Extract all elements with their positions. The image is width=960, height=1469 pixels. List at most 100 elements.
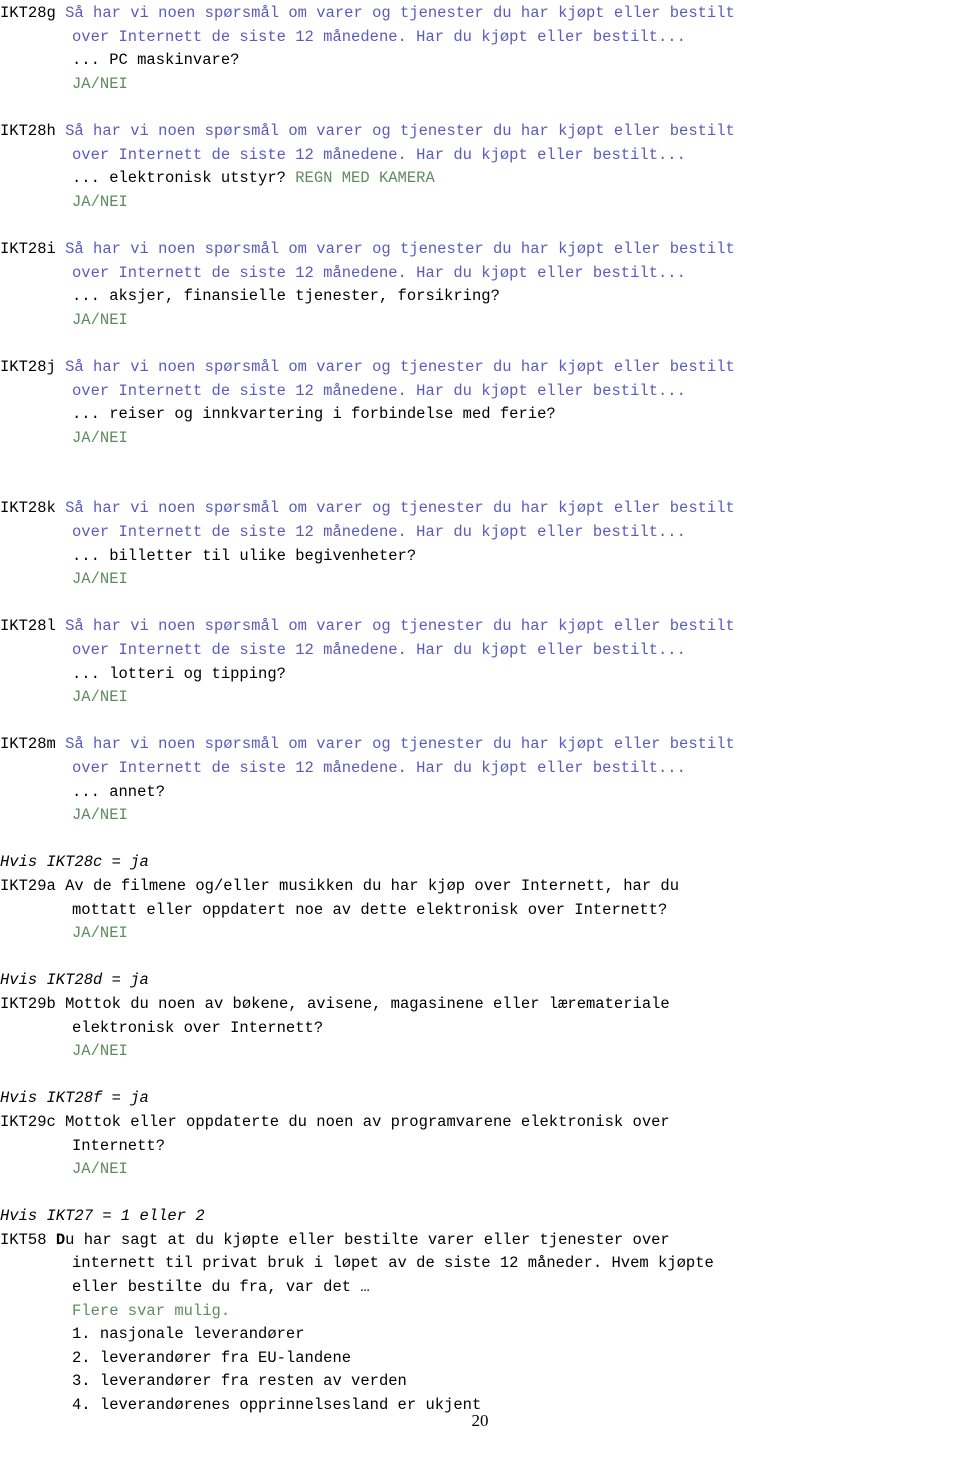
followup-code: IKT29a (0, 876, 66, 895)
question-item-text: ... PC maskinvare? (72, 51, 240, 70)
answer-options: JA/NEI (72, 806, 128, 825)
question-intro-line1: Så har vi noen spørsmål om varer og tjen… (65, 239, 735, 258)
question-intro-text: over Internett de siste 12 månedene. Har… (72, 27, 686, 46)
final-text-line3: eller bestilte du fra, var det … (0, 1276, 960, 1300)
final-text: eller bestilte du fra, var det … (72, 1278, 370, 1297)
question-code: IKT28l (0, 617, 66, 636)
answer-line: JA/NEI (0, 1040, 960, 1064)
followup-text: Internett? (72, 1136, 166, 1155)
followup-text-line1: Mottok eller oppdaterte du noen av progr… (65, 1112, 670, 1131)
followup-text-line2: Internett? (0, 1135, 960, 1159)
question-intro-line1: Så har vi noen spørsmål om varer og tjen… (65, 617, 735, 636)
question-heading-line: IKT28h Så har vi noen spørsmål om varer … (0, 120, 960, 144)
followup-blocks: Hvis IKT28c = ja IKT29a Av de filmene og/… (0, 828, 960, 1182)
question-item-line: ... PC maskinvare? (0, 49, 960, 73)
final-multi-note: Flere svar mulig. (72, 1301, 231, 1320)
answer-line: JA/NEI (0, 191, 960, 215)
final-condition-line: Hvis IKT27 = 1 eller 2 (0, 1205, 960, 1229)
question-code: IKT28j (0, 357, 66, 376)
followup-text-line2: elektronisk over Internett? (0, 1017, 960, 1041)
question-code: IKT28g (0, 4, 66, 22)
final-option-label: 2. leverandører fra EU-landene (72, 1348, 352, 1367)
question-intro-text: over Internett de siste 12 månedene. Har… (72, 145, 686, 164)
question-item-line: ... annet? (0, 781, 960, 805)
answer-line: JA/NEI (0, 427, 960, 451)
question-item-line: ... aksjer, finansielle tjenester, forsi… (0, 285, 960, 309)
question-intro-text: over Internett de siste 12 månedene. Har… (72, 523, 686, 542)
question-item-text: ... lotteri og tipping? (72, 664, 286, 683)
question-intro-line2: over Internett de siste 12 månedene. Har… (0, 26, 960, 50)
question-intro-line1: Så har vi noen spørsmål om varer og tjen… (65, 121, 735, 140)
question-intro-line2: over Internett de siste 12 månedene. Har… (0, 757, 960, 781)
answer-line: JA/NEI (0, 1158, 960, 1182)
followup-text: elektronisk over Internett? (72, 1018, 324, 1037)
question-block: IKT28k Så har vi noen spørsmål om varer … (0, 497, 960, 591)
final-block: Hvis IKT27 = 1 eller 2 IKT58 Du har sagt … (0, 1205, 960, 1417)
followup-text-line1: Mottok du noen av bøkene, avisene, magas… (65, 994, 670, 1013)
page-number: 20 (471, 1411, 489, 1431)
answer-options: JA/NEI (72, 1042, 128, 1061)
questionnaire-page: IKT28g Så har vi noen spørsmål om varer … (0, 0, 960, 1469)
followup-heading-line: IKT29c Mottok eller oppdaterte du noen a… (0, 1111, 960, 1135)
question-item-note: REGN MED KAMERA (285, 169, 435, 188)
question-item-text: ... reiser og innkvartering i forbindels… (72, 405, 556, 424)
final-option[interactable]: 3. leverandører fra resten av verden (0, 1370, 960, 1394)
question-intro-text: over Internett de siste 12 månedene. Har… (72, 759, 686, 777)
question-block: IKT28j Så har vi noen spørsmål om varer … (0, 356, 960, 450)
question-heading-line: IKT28l Så har vi noen spørsmål om varer … (0, 615, 960, 639)
question-intro-line1: Så har vi noen spørsmål om varer og tjen… (65, 735, 735, 754)
question-code: IKT28i (0, 239, 66, 258)
answer-options: JA/NEI (72, 1160, 128, 1179)
question-intro-line2: over Internett de siste 12 månedene. Har… (0, 262, 960, 286)
followup-block: Hvis IKT28d = ja IKT29b Mottok du noen av… (0, 969, 960, 1063)
followup-condition-line: Hvis IKT28f = ja (0, 1087, 960, 1111)
final-option[interactable]: 1. nasjonale leverandører (0, 1323, 960, 1347)
answer-options: JA/NEI (72, 428, 128, 447)
followup-text-line1: Av de filmene og/eller musikken du har k… (65, 876, 680, 895)
question-item-text: ... aksjer, finansielle tjenester, forsi… (72, 287, 500, 306)
question-intro-line1: Så har vi noen spørsmål om varer og tjen… (65, 499, 735, 518)
followup-condition: Hvis IKT28f = ja (0, 1089, 149, 1108)
question-block: IKT28m Så har vi noen spørsmål om varer … (0, 733, 960, 827)
final-code: IKT58 (0, 1230, 56, 1249)
question-item-line: ... elektronisk utstyr? REGN MED KAMERA (0, 167, 960, 191)
final-text-line1: u har sagt at du kjøpte eller bestilte v… (65, 1230, 670, 1249)
answer-line: JA/NEI (0, 568, 960, 592)
answer-options: JA/NEI (72, 688, 128, 707)
followup-condition-line: Hvis IKT28d = ja (0, 969, 960, 993)
question-block: IKT28l Så har vi noen spørsmål om varer … (0, 615, 960, 709)
question-item-text: ... billetter til ulike begivenheter? (72, 546, 417, 565)
followup-block: Hvis IKT28c = ja IKT29a Av de filmene og/… (0, 851, 960, 945)
question-blocks: IKT28g Så har vi noen spørsmål om varer … (0, 2, 960, 828)
question-heading-line: IKT28g Så har vi noen spørsmål om varer … (0, 2, 960, 26)
question-intro-line2: over Internett de siste 12 månedene. Har… (0, 639, 960, 663)
followup-text: mottatt eller oppdatert noe av dette ele… (72, 900, 668, 919)
question-item-line: ... lotteri og tipping? (0, 663, 960, 687)
followup-heading-line: IKT29a Av de filmene og/eller musikken d… (0, 875, 960, 899)
final-option-label: 3. leverandører fra resten av verden (72, 1372, 407, 1391)
question-intro-line2: over Internett de siste 12 månedene. Har… (0, 521, 960, 545)
final-text-line2: internett til privat bruk i løpet av de … (0, 1252, 960, 1276)
question-block: IKT28g Så har vi noen spørsmål om varer … (0, 2, 960, 96)
question-heading-line: IKT28k Så har vi noen spørsmål om varer … (0, 497, 960, 521)
question-intro-line2: over Internett de siste 12 månedene. Har… (0, 380, 960, 404)
question-heading-line: IKT28m Så har vi noen spørsmål om varer … (0, 733, 960, 757)
answer-line: JA/NEI (0, 922, 960, 946)
answer-options: JA/NEI (72, 192, 128, 211)
followup-condition: Hvis IKT28c = ja (0, 853, 149, 872)
answer-line: JA/NEI (0, 804, 960, 828)
question-intro-line1: Så har vi noen spørsmål om varer og tjen… (65, 357, 735, 376)
final-option[interactable]: 2. leverandører fra EU-landene (0, 1347, 960, 1371)
question-block: IKT28h Så har vi noen spørsmål om varer … (0, 120, 960, 214)
question-block: IKT28i Så har vi noen spørsmål om varer … (0, 238, 960, 332)
final-multi-note-line: Flere svar mulig. (0, 1300, 960, 1324)
answer-line: JA/NEI (0, 309, 960, 333)
question-item-line: ... billetter til ulike begivenheter? (0, 545, 960, 569)
